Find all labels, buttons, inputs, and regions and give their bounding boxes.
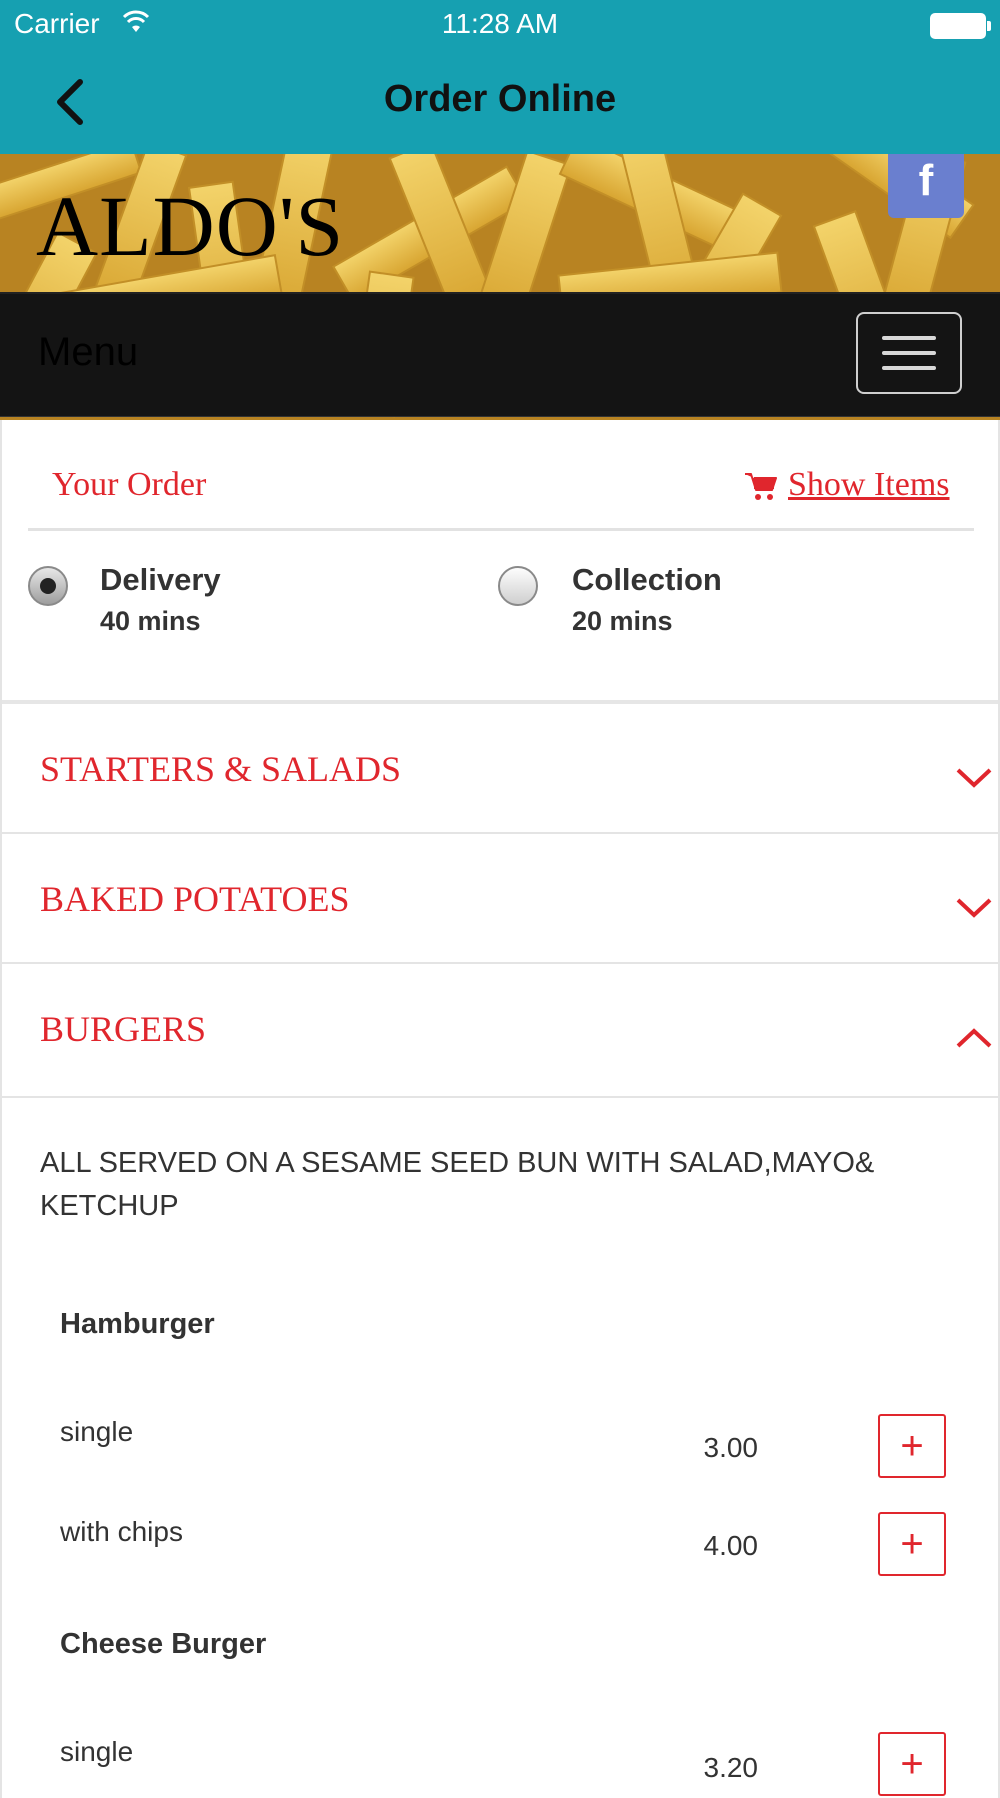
page-title: Order Online [383, 78, 617, 120]
chevron-up-icon [956, 1028, 992, 1048]
hamburger-line [882, 336, 936, 340]
item-option-label: single [60, 1736, 134, 1767]
menu-item-name: Hamburger [60, 1308, 215, 1340]
item-option-price: 4.00 [703, 1530, 759, 1561]
collection-label: Collection [572, 562, 722, 597]
clock: 11:28 AM [441, 8, 559, 39]
facebook-icon[interactable]: f [888, 154, 964, 218]
your-order-heading: Your Order [52, 466, 207, 503]
menu-bar: Menu [0, 292, 1000, 417]
category-description: ALL SERVED ON A SESAME SEED BUN WITH SAL… [40, 1147, 875, 1222]
delivery-label: Delivery [100, 562, 221, 597]
nav-bar: Order Online [0, 50, 1000, 154]
item-option-label: single [60, 1416, 134, 1447]
collection-time: 20 mins [572, 606, 673, 636]
category-baked-potatoes[interactable]: BAKED POTATOES [0, 834, 1000, 964]
menu-label: Menu [38, 330, 139, 374]
category-title: STARTERS & SALADS [40, 749, 402, 789]
hamburger-menu-button[interactable] [856, 312, 962, 394]
battery-icon [930, 13, 991, 39]
item-option-price: 3.00 [703, 1432, 759, 1463]
restaurant-header: ALDO'S f Menu [0, 154, 1000, 420]
add-to-order-button[interactable]: + [878, 1512, 946, 1576]
order-divider [28, 528, 974, 531]
menu-item-name: Cheese Burger [60, 1628, 267, 1660]
hamburger-line [882, 366, 936, 370]
burgers-section: ALL SERVED ON A SESAME SEED BUN WITH SAL… [0, 1098, 1000, 1798]
item-option-label: with chips [60, 1516, 183, 1547]
delivery-radio[interactable] [28, 566, 68, 606]
collection-radio[interactable] [498, 566, 538, 606]
category-title: BAKED POTATOES [40, 879, 350, 919]
category-title: BURGERS [40, 1009, 207, 1049]
category-starters-salads[interactable]: STARTERS & SALADS [0, 704, 1000, 834]
show-items-label: Show Items [788, 466, 950, 503]
category-burgers[interactable]: BURGERS [0, 964, 1000, 1098]
add-to-order-button[interactable]: + [878, 1414, 946, 1478]
restaurant-logo: ALDO'S [36, 178, 345, 274]
chevron-down-icon [956, 768, 992, 788]
item-option-price: 3.20 [703, 1752, 759, 1783]
status-bar: Carrier 11:28 AM [0, 0, 1000, 50]
chevron-down-icon [956, 898, 992, 918]
delivery-time: 40 mins [100, 606, 201, 636]
add-to-order-button[interactable]: + [878, 1732, 946, 1796]
order-panel: Your Order Show Items Delivery 40 mins C… [0, 420, 1000, 704]
cart-icon [745, 473, 777, 500]
hamburger-line [882, 351, 936, 355]
